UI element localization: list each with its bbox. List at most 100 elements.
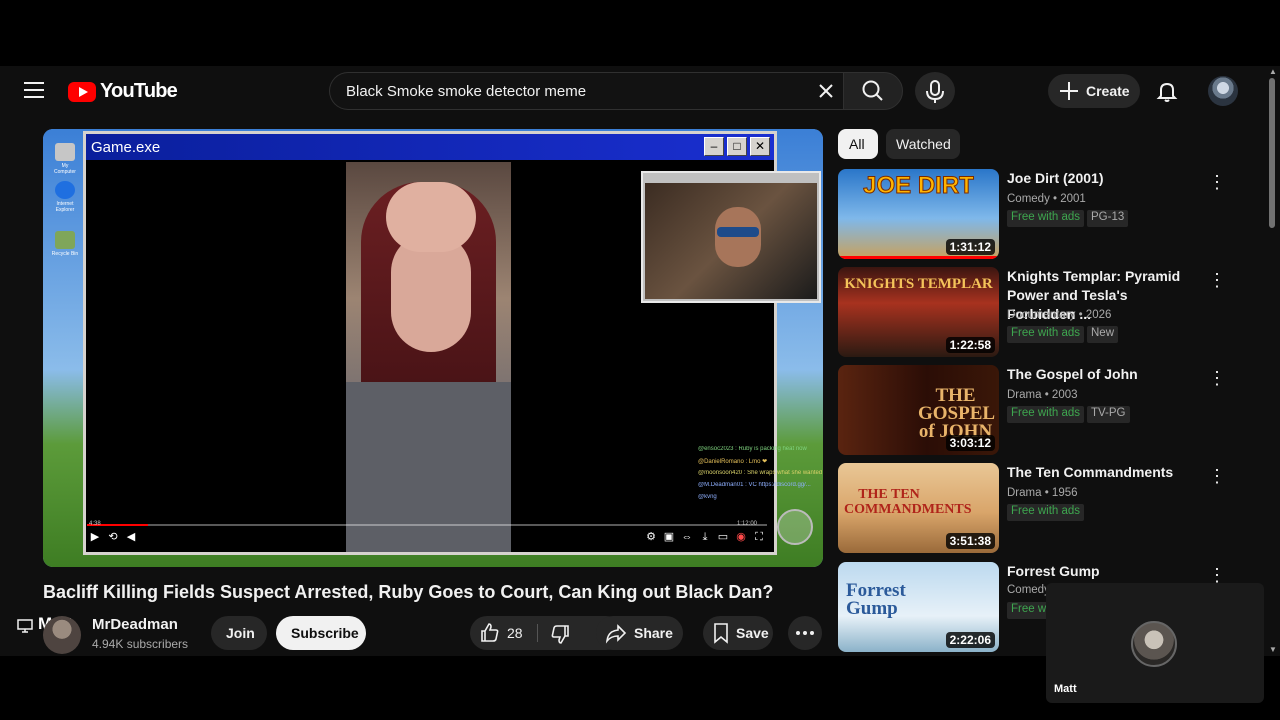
volume-icon[interactable]: ◀	[125, 531, 137, 543]
recommendation-meta: Drama • 1956	[1007, 487, 1078, 499]
video-title: Bacliff Killing Fields Suspect Arrested,…	[43, 582, 774, 602]
scroll-up-arrow-icon[interactable]: ▲	[1268, 68, 1278, 76]
recommendation-title: The Ten Commandments	[1007, 464, 1174, 480]
clear-search-icon[interactable]	[815, 80, 837, 102]
duration-badge: 2:22:06	[945, 632, 995, 648]
desktop-icon-internet-explorer: Internet Explorer	[51, 181, 79, 215]
chat-message: @M.Deadman01 : VC https://discord.gg/...	[698, 482, 811, 488]
like-button[interactable]: 28	[470, 616, 536, 650]
chip-all[interactable]: All	[838, 129, 878, 159]
more-vertical-icon[interactable]: ⋮	[1208, 467, 1226, 485]
video-thumbnail[interactable]: JOE DIRT 1:31:12	[838, 169, 999, 259]
streamer-video	[346, 162, 511, 552]
scrollbar-thumb[interactable]	[1269, 78, 1275, 228]
search-query[interactable]: Black Smoke smoke detector meme	[346, 83, 586, 100]
channel-name[interactable]: MrDeadman	[92, 616, 178, 633]
maximize-icon: □	[727, 137, 747, 156]
free-with-ads-badge: Free with ads	[1007, 504, 1085, 521]
save-label: Save	[736, 625, 769, 641]
loop-icon[interactable]: ⟲	[107, 531, 119, 543]
free-with-ads-badge: Free with ads	[1007, 326, 1085, 343]
cast-icon[interactable]: ▭	[717, 531, 729, 543]
duration-badge: 3:51:38	[945, 533, 995, 549]
video-thumbnail[interactable]: Forrest Gump 2:22:06	[838, 562, 999, 652]
save-button[interactable]: Save	[703, 616, 773, 650]
more-vertical-icon[interactable]: ⋮	[1208, 271, 1226, 289]
more-vertical-icon[interactable]: ⋮	[1208, 173, 1226, 191]
fullscreen-icon[interactable]: ⛶	[753, 531, 765, 543]
player-controls: 4:38 1:12:00 ▶ ⟲ ◀ ⚙ ▣ ⇔ ⤓ ▭ ◉ ⛶	[87, 521, 767, 547]
recommendation-item[interactable]: KNIGHTS TEMPLAR 1:22:58 Knights Templar:…	[838, 267, 1228, 357]
page-scrollbar[interactable]: ▲ ▼	[1266, 66, 1280, 656]
free-with-ads-badge: Free with ads	[1007, 406, 1085, 423]
video-player[interactable]: My Computer Internet Explorer Recycle Bi…	[43, 129, 823, 567]
search-button[interactable]	[843, 72, 903, 110]
video-thumbnail[interactable]: THE TEN COMMANDMENTS 3:51:38	[838, 463, 999, 553]
more-horizontal-icon	[796, 631, 814, 635]
recommendation-meta: Drama • 2003	[1007, 389, 1078, 401]
more-actions-button[interactable]	[788, 616, 822, 650]
watched-progress	[838, 256, 999, 259]
dislike-button[interactable]	[540, 616, 584, 650]
thumbnail-text: THE TEN COMMANDMENTS	[844, 487, 972, 517]
more-vertical-icon[interactable]: ⋮	[1208, 369, 1226, 387]
voice-search-button[interactable]	[915, 72, 955, 110]
share-button[interactable]: Share	[596, 616, 683, 650]
miniplayer-icon[interactable]: ▣	[663, 531, 675, 543]
recommendation-item[interactable]: JOE DIRT 1:31:12 Joe Dirt (2001) Comedy …	[838, 169, 1228, 259]
channel-row: MrDeadman 4.94K subscribers Join Subscri…	[43, 614, 823, 654]
minimize-icon: –	[704, 137, 724, 156]
recommendation-item[interactable]: THE TEN COMMANDMENTS 3:51:38 The Ten Com…	[838, 463, 1228, 553]
window-title: Game.exe	[91, 139, 161, 156]
elapsed-time: 4:38	[89, 521, 101, 527]
duration-badge: 1:31:12	[945, 239, 995, 255]
record-icon[interactable]: ◉	[735, 531, 747, 543]
plus-icon	[1060, 82, 1078, 100]
chip-watched[interactable]: Watched	[886, 129, 960, 159]
account-avatar[interactable]	[1208, 76, 1238, 106]
subscribe-button[interactable]: Subscribe	[276, 616, 366, 650]
create-button[interactable]: Create	[1048, 74, 1140, 108]
download-icon[interactable]: ⤓	[699, 531, 711, 543]
search-icon	[862, 80, 883, 101]
thumbnail-text: THE GOSPEL of JOHN	[918, 385, 996, 442]
thumbs-down-icon	[551, 625, 569, 644]
close-icon: ✕	[750, 137, 770, 156]
free-with-ads-badge: Free w	[1007, 602, 1051, 619]
progress-bar[interactable]	[87, 524, 767, 526]
chat-message: @DanielRomano : Lmo ❤	[698, 459, 768, 465]
like-divider	[537, 624, 538, 642]
monitor-icon	[17, 619, 33, 633]
recommendation-meta: Comedy	[1007, 584, 1050, 596]
more-vertical-icon[interactable]: ⋮	[1208, 566, 1226, 584]
chat-message: @ensoc2023 : Ruby is packing heat now	[698, 446, 807, 452]
share-icon	[605, 624, 627, 644]
rating-badge: TV-PG	[1087, 406, 1130, 423]
microphone-icon	[926, 80, 944, 103]
scroll-down-arrow-icon[interactable]: ▼	[1268, 646, 1278, 654]
create-label: Create	[1086, 83, 1130, 99]
thumbnail-text: JOE DIRT	[863, 172, 975, 199]
recommendation-title: The Gospel of John	[1007, 366, 1138, 382]
join-label: Join	[226, 625, 255, 641]
notifications-bell-icon[interactable]	[1155, 79, 1179, 103]
search-input[interactable]: Black Smoke smoke detector meme	[329, 72, 843, 110]
desktop-icon-recycle-bin: Recycle Bin	[51, 231, 79, 265]
channel-watermark[interactable]	[777, 509, 813, 545]
theater-icon[interactable]: ⇔	[681, 531, 693, 543]
subscriber-count: 4.94K subscribers	[92, 637, 189, 651]
duration-badge: 1:22:58	[945, 337, 995, 353]
recommendation-item[interactable]: THE GOSPEL of JOHN 3:03:12 The Gospel of…	[838, 365, 1228, 455]
play-icon[interactable]: ▶	[89, 531, 101, 543]
join-button[interactable]: Join	[211, 616, 267, 650]
video-thumbnail[interactable]: THE GOSPEL of JOHN 3:03:12	[838, 365, 999, 455]
video-thumbnail[interactable]: KNIGHTS TEMPLAR 1:22:58	[838, 267, 999, 357]
duration-badge: 3:03:12	[945, 435, 995, 451]
thumbnail-text: KNIGHTS TEMPLAR	[844, 276, 993, 292]
channel-avatar[interactable]	[43, 616, 81, 654]
settings-gear-icon[interactable]: ⚙	[645, 531, 657, 543]
menu-icon[interactable]	[24, 82, 44, 100]
recommendation-title: Joe Dirt (2001)	[1007, 170, 1104, 186]
youtube-logo[interactable]: YouTube	[68, 80, 178, 103]
floating-preview-card[interactable]: Matt	[1046, 583, 1264, 703]
